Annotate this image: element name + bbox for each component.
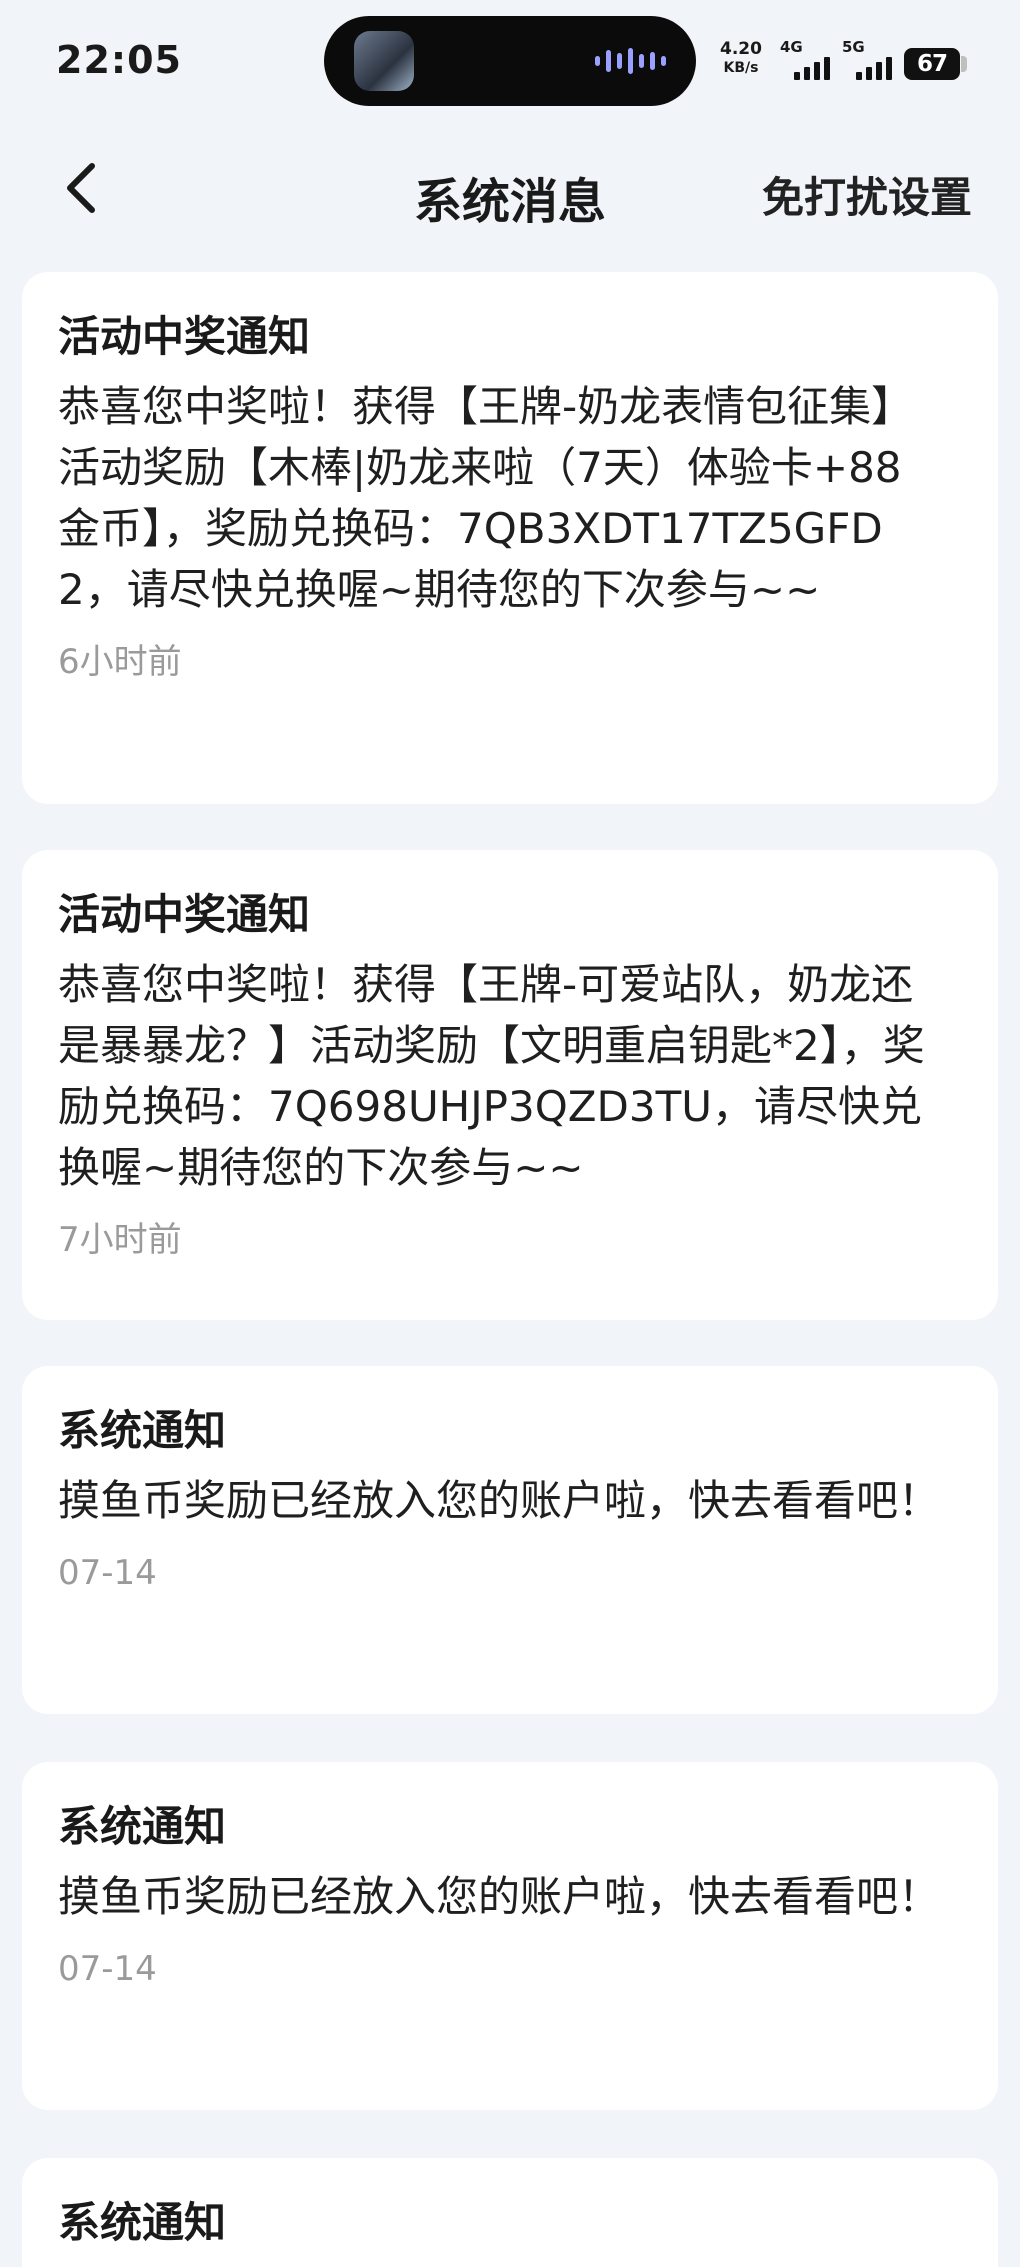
signal-4g-label: 4G: [780, 38, 803, 56]
audio-wave-icon: [595, 48, 666, 74]
message-card[interactable]: 活动中奖通知 恭喜您中奖啦！获得【王牌-可爱站队，奶龙还是暴暴龙？】活动奖励【文…: [22, 850, 998, 1320]
island-thumbnail-icon[interactable]: [354, 31, 414, 91]
message-card[interactable]: 系统通知: [22, 2158, 998, 2267]
signal-4g-icon: 4G: [780, 38, 842, 82]
network-speed-unit: KB/s: [723, 60, 759, 76]
message-title: 活动中奖通知: [58, 890, 311, 939]
battery-icon: 67: [904, 48, 960, 80]
network-speed-value: 4.20: [720, 39, 762, 59]
message-body: 摸鱼币奖励已经放入您的账户啦，快去看看吧！: [58, 1872, 941, 1921]
message-body: 摸鱼币奖励已经放入您的账户啦，快去看看吧！: [58, 1476, 941, 1525]
network-speed: 4.20 KB/s: [720, 40, 762, 78]
message-time: 6小时前: [58, 642, 182, 682]
navigation-bar: 系统消息 免打扰设置: [0, 140, 1020, 240]
message-body: 恭喜您中奖啦！获得【王牌-奶龙表情包征集】活动奖励【木棒|奶龙来啦（7天）体验卡…: [58, 382, 914, 614]
message-title: 系统通知: [58, 2198, 227, 2247]
message-title: 活动中奖通知: [58, 312, 311, 361]
status-bar: 22:05 4.20 KB/s 4G 5G 67: [0, 0, 1020, 120]
message-time: 7小时前: [58, 1220, 182, 1260]
message-card[interactable]: 系统通知 摸鱼币奖励已经放入您的账户啦，快去看看吧！ 07-14: [22, 1762, 998, 2110]
dynamic-island[interactable]: [324, 16, 696, 106]
message-time: 07-14: [58, 1949, 157, 1989]
message-card[interactable]: 活动中奖通知 恭喜您中奖啦！获得【王牌-奶龙表情包征集】活动奖励【木棒|奶龙来啦…: [22, 272, 998, 804]
signal-5g-icon: 5G: [842, 38, 904, 82]
message-title: 系统通知: [58, 1406, 227, 1455]
do-not-disturb-settings-button[interactable]: 免打扰设置: [762, 164, 972, 225]
battery-level: 67: [916, 51, 948, 77]
clock: 22:05: [56, 38, 182, 82]
message-body: 恭喜您中奖啦！获得【王牌-可爱站队，奶龙还是暴暴龙？】活动奖励【文明重启钥匙*2…: [58, 960, 925, 1192]
signal-5g-label: 5G: [842, 38, 865, 56]
message-title: 系统通知: [58, 1802, 227, 1851]
message-card[interactable]: 系统通知 摸鱼币奖励已经放入您的账户啦，快去看看吧！ 07-14: [22, 1366, 998, 1714]
battery-tip: [961, 56, 967, 72]
message-time: 07-14: [58, 1553, 157, 1593]
